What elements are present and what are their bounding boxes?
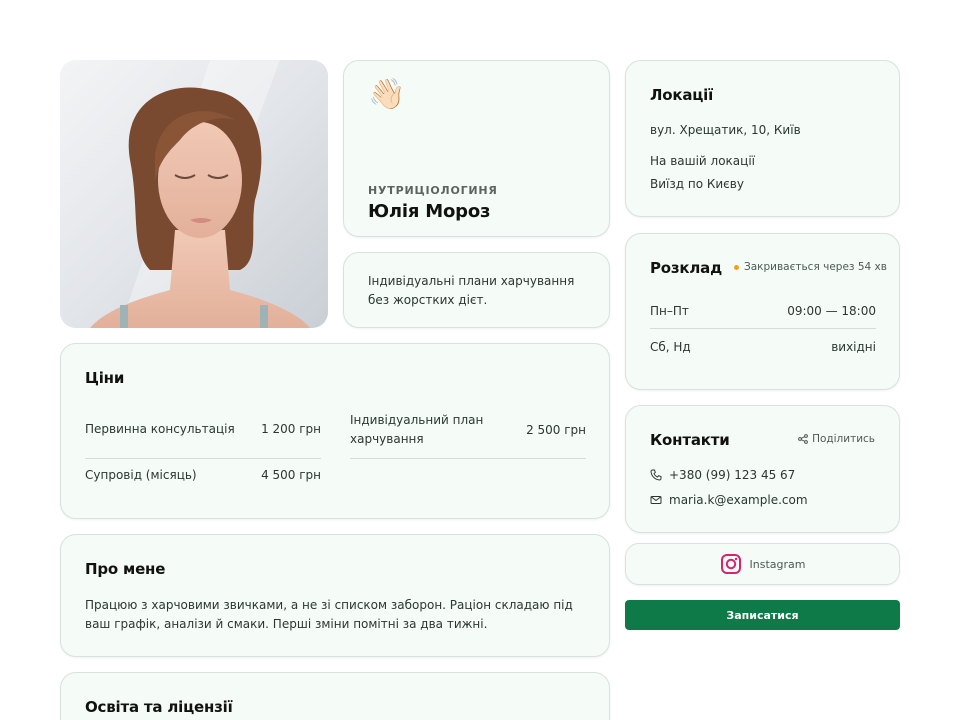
price-item-value: 2 500 грн xyxy=(526,423,586,437)
status-dot-icon xyxy=(734,264,739,270)
share-button[interactable]: Поділитись xyxy=(798,433,875,445)
price-divider xyxy=(85,458,321,459)
tagline-card: Індивідуальні плани харчування без жорст… xyxy=(343,252,610,328)
schedule-card: Розклад Закривається через 54 хв Пн–Пт 0… xyxy=(625,233,900,390)
instagram-label: Instagram xyxy=(749,557,806,571)
profile-role: НУТРИЦІОЛОГИНЯ xyxy=(368,184,498,197)
schedule-status-text: Закривається через 54 хв xyxy=(744,261,887,273)
about-title: Про мене xyxy=(85,560,166,578)
wave-hand-icon: 👋🏻 xyxy=(368,77,406,112)
price-item: Індивідуальний план харчування 2 500 грн xyxy=(350,411,586,449)
about-card: Про мене Працюю з харчовими звичками, а … xyxy=(60,534,610,657)
instagram-icon xyxy=(720,554,741,574)
schedule-status: Закривається через 54 хв xyxy=(734,261,887,273)
instagram-button[interactable]: Instagram xyxy=(625,543,900,585)
phone-number: +380 (99) 123 45 67 xyxy=(669,468,796,482)
email-address: maria.k@example.com xyxy=(669,493,808,507)
about-text: Працюю з харчовими звичками, а не зі спи… xyxy=(85,598,573,631)
schedule-days: Пн–Пт xyxy=(650,304,689,318)
prices-card: Ціни Первинна консультація 1 200 грн Інд… xyxy=(60,343,610,519)
profile-name: Юлія Мороз xyxy=(368,201,491,222)
schedule-row: Пн–Пт 09:00 — 18:00 xyxy=(650,304,876,318)
book-appointment-button[interactable]: Записатися xyxy=(625,600,900,630)
price-item-value: 1 200 грн xyxy=(261,422,321,436)
phone-icon xyxy=(650,469,662,481)
contacts-title: Контакти xyxy=(650,431,730,449)
location-option: Виїзд по Києву xyxy=(650,177,744,191)
prices-title: Ціни xyxy=(85,369,125,387)
price-item-label: Первинна консультація xyxy=(85,422,235,436)
price-divider xyxy=(350,458,586,459)
profile-card: 👋🏻 НУТРИЦІОЛОГИНЯ Юлія Мороз xyxy=(343,60,610,237)
profile-tagline: Індивідуальні плани харчування без жорст… xyxy=(368,274,575,307)
price-item-value: 4 500 грн xyxy=(261,468,321,482)
schedule-hours: 09:00 — 18:00 xyxy=(787,304,876,318)
location-address: вул. Хрещатик, 10, Київ xyxy=(650,123,801,137)
schedule-days: Сб, Нд xyxy=(650,340,691,354)
price-item-label: Індивідуальний план харчування xyxy=(350,413,484,446)
profile-photo xyxy=(60,60,328,328)
schedule-row: Сб, Нд вихідні xyxy=(650,340,876,354)
locations-title: Локації xyxy=(650,86,714,104)
schedule-divider xyxy=(650,328,876,329)
location-option: На вашій локації xyxy=(650,154,755,168)
phone-link[interactable]: +380 (99) 123 45 67 xyxy=(650,468,795,482)
education-card: Освіта та ліцензії xyxy=(60,672,610,720)
price-item: Первинна консультація 1 200 грн xyxy=(85,422,321,436)
schedule-hours: вихідні xyxy=(831,340,876,354)
email-link[interactable]: maria.k@example.com xyxy=(650,493,808,507)
schedule-title: Розклад xyxy=(650,259,723,277)
portrait-image xyxy=(60,60,328,328)
price-item-label: Супровід (місяць) xyxy=(85,468,197,482)
share-label: Поділитись xyxy=(812,433,875,445)
contacts-card: Контакти Поділитись +380 (99) 123 45 67 … xyxy=(625,405,900,533)
share-icon xyxy=(798,434,808,444)
price-item: Супровід (місяць) 4 500 грн xyxy=(85,468,321,482)
locations-card: Локації вул. Хрещатик, 10, Київ На вашій… xyxy=(625,60,900,217)
mail-icon xyxy=(650,496,662,504)
education-title: Освіта та ліцензії xyxy=(85,698,233,716)
